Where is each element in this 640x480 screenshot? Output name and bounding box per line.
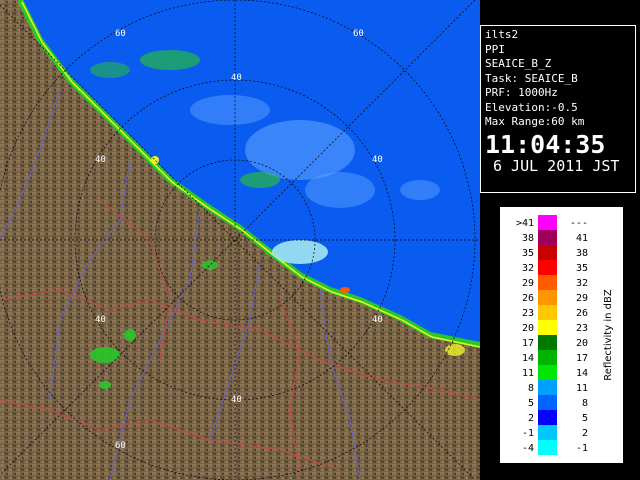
product-name: ilts2 xyxy=(485,28,519,41)
legend-swatch xyxy=(538,320,557,335)
legend-swatch xyxy=(538,425,557,440)
legend-title: Reflectivity in dBZ xyxy=(603,289,614,381)
legend-lower-value: 29 xyxy=(522,278,534,289)
legend-upper-value: 41 xyxy=(576,233,588,244)
reflectivity-legend: >41 --- 38 41 35 38 32 35 29 32 26 29 23 26 20 23 17 20 14… xyxy=(500,207,623,463)
legend-lower-value: 14 xyxy=(522,353,534,364)
legend-swatch xyxy=(538,440,557,455)
legend-lower-value: 5 xyxy=(528,398,534,409)
legend-upper-value: -1 xyxy=(576,443,588,454)
legend-lower-value: -1 xyxy=(522,428,534,439)
legend-lower-value: 8 xyxy=(528,383,534,394)
radar-ppi-display[interactable]: 60 40 40 40 40 40 60 40 60 xyxy=(0,0,480,480)
legend-swatch xyxy=(538,350,557,365)
legend-lower-value: 20 xyxy=(522,323,534,334)
legend-lower-value: 38 xyxy=(522,233,534,244)
range-label: 40 xyxy=(95,315,106,325)
legend-swatch xyxy=(538,260,557,275)
range-label: 60 xyxy=(115,441,126,451)
legend-swatch xyxy=(538,395,557,410)
legend-upper-value: --- xyxy=(570,218,588,229)
range-label: 40 xyxy=(95,155,106,165)
legend-upper-value: 23 xyxy=(576,323,588,334)
scan-time: 11:04:35 xyxy=(485,129,606,159)
prf-value: PRF: 1000Hz xyxy=(485,86,558,99)
legend-lower-value: 32 xyxy=(522,263,534,274)
max-range-value: Max Range:60 km xyxy=(485,115,585,128)
legend-upper-value: 32 xyxy=(576,278,588,289)
legend-upper-value: 11 xyxy=(576,383,588,394)
legend-upper-value: 17 xyxy=(576,353,588,364)
legend-upper-value: 5 xyxy=(582,413,588,424)
legend-swatch xyxy=(538,230,557,245)
legend-swatch xyxy=(538,305,557,320)
legend-swatch xyxy=(538,215,557,230)
legend-lower-value: 11 xyxy=(522,368,534,379)
range-label: 40 xyxy=(372,315,383,325)
legend-upper-value: 8 xyxy=(582,398,588,409)
legend-lower-value: -4 xyxy=(522,443,534,454)
legend-lower-value: 2 xyxy=(528,413,534,424)
legend-swatch xyxy=(538,410,557,425)
legend-swatch xyxy=(538,245,557,260)
legend-swatch xyxy=(538,290,557,305)
range-label: 40 xyxy=(372,155,383,165)
legend-upper-value: 20 xyxy=(576,338,588,349)
legend-lower-value: 35 xyxy=(522,248,534,259)
legend-scale: >41 --- 38 41 35 38 32 35 29 32 26 29 23 26 20 23 17 20 14… xyxy=(516,215,614,455)
range-label: 40 xyxy=(231,395,242,405)
range-label: 60 xyxy=(353,29,364,39)
range-label: 60 xyxy=(115,29,126,39)
legend-swatch xyxy=(538,365,557,380)
legend-upper-value: 14 xyxy=(576,368,588,379)
task-name: Task: SEAICE_B xyxy=(485,71,578,85)
legend-upper-value: 38 xyxy=(576,248,588,259)
legend-lower-value: 26 xyxy=(522,293,534,304)
legend-upper-value: 35 xyxy=(576,263,588,274)
range-label: 40 xyxy=(231,73,242,83)
legend-swatch xyxy=(538,275,557,290)
scan-date: 6 JUL 2011 JST xyxy=(493,156,620,175)
legend-swatch xyxy=(538,380,557,395)
elevation-value: Elevation:-0.5 xyxy=(485,100,578,114)
legend-lower-value: >41 xyxy=(516,218,534,229)
legend-lower-value: 17 xyxy=(522,338,534,349)
scan-mode: PPI xyxy=(485,42,505,56)
legend-swatch xyxy=(538,335,557,350)
scan-info-panel: ilts2 PPI SEAICE_B_Z Task: SEAICE_B PRF:… xyxy=(480,25,636,193)
legend-lower-value: 23 xyxy=(522,308,534,319)
variable-name: SEAICE_B_Z xyxy=(485,57,552,70)
legend-upper-value: 2 xyxy=(582,428,588,439)
legend-upper-value: 29 xyxy=(576,293,588,304)
legend-upper-value: 26 xyxy=(576,308,588,319)
